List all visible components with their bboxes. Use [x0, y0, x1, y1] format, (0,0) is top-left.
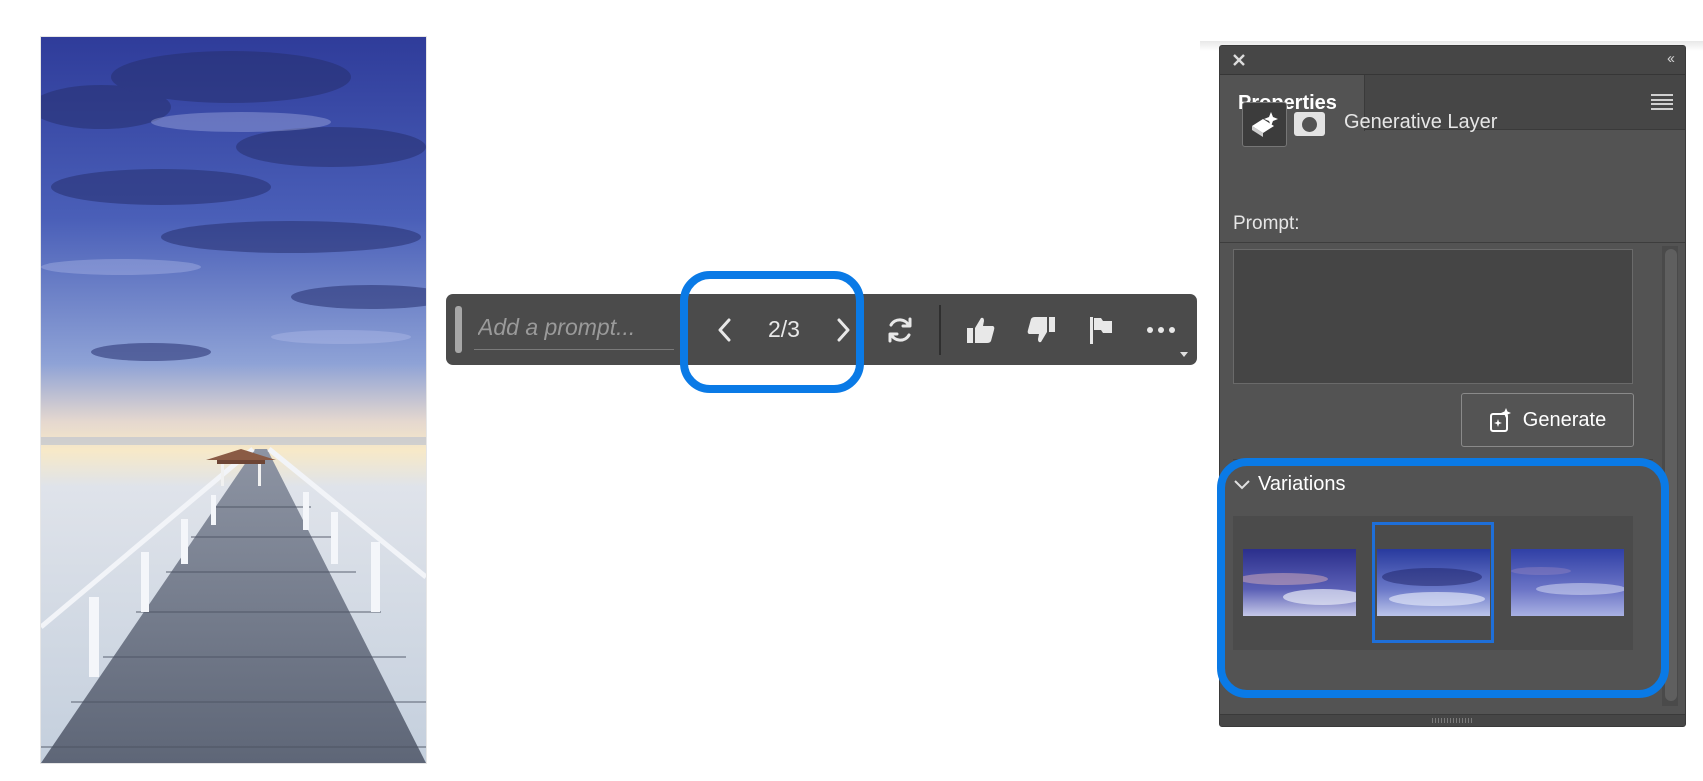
more-options-button[interactable] — [1138, 294, 1184, 365]
report-button[interactable] — [1078, 294, 1124, 365]
panel-footer — [1220, 714, 1685, 726]
variation-thumbnail-1[interactable] — [1243, 549, 1356, 616]
drag-handle[interactable] — [455, 306, 462, 353]
hamburger-icon — [1651, 94, 1673, 96]
contextual-task-bar: 2/3 — [446, 294, 1197, 365]
layer-type-label: Generative Layer — [1344, 111, 1498, 133]
generate-icon — [1489, 408, 1511, 432]
variation-image-1 — [1243, 549, 1356, 616]
variations-thumbnails — [1233, 516, 1633, 650]
double-chevron-left-icon: ‹‹ — [1667, 50, 1675, 67]
variation-image-3 — [1511, 549, 1624, 616]
close-panel-button[interactable] — [1230, 51, 1248, 69]
regenerate-button[interactable] — [878, 294, 922, 365]
generate-button[interactable]: Generate — [1461, 393, 1634, 447]
variation-image-2 — [1377, 549, 1490, 616]
pier-photo-illustration — [41, 37, 426, 763]
variation-thumbnail-2[interactable] — [1377, 549, 1490, 616]
generative-layer-button[interactable] — [1242, 102, 1287, 147]
hamburger-icon-line — [1651, 107, 1673, 110]
prompt-textarea[interactable] — [1233, 249, 1633, 384]
generate-label: Generate — [1522, 408, 1607, 431]
panel-header: ‹‹ — [1220, 46, 1685, 75]
generative-layer-icon — [1251, 111, 1278, 137]
prompt-input[interactable] — [474, 306, 674, 350]
collapse-panel-button[interactable]: ‹‹ — [1667, 50, 1675, 67]
toolbar-divider — [939, 305, 941, 355]
previous-variation-button[interactable] — [702, 294, 746, 365]
layer-mask-icon[interactable] — [1294, 112, 1325, 136]
thumbs-up-button[interactable] — [958, 294, 1004, 365]
thumbs-down-button[interactable] — [1018, 294, 1064, 365]
thumbs-up-icon — [967, 317, 995, 343]
prompt-label: Prompt: — [1233, 213, 1300, 234]
variation-thumbnail-3[interactable] — [1511, 549, 1624, 616]
panel-menu-button[interactable] — [1651, 94, 1673, 110]
more-icon — [1147, 326, 1175, 333]
thumbs-down-icon — [1027, 316, 1055, 342]
variations-label: Variations — [1258, 473, 1346, 495]
flag-icon — [1090, 316, 1112, 344]
properties-panel: ‹‹ Properties Generative Layer Prompt: G… — [1219, 45, 1686, 727]
close-icon — [1233, 54, 1245, 66]
refresh-icon — [888, 317, 912, 342]
chevron-right-icon — [837, 318, 850, 341]
resize-handle[interactable] — [1432, 718, 1472, 723]
hamburger-icon-line — [1651, 98, 1673, 101]
chevron-down-icon — [1234, 479, 1250, 489]
next-variation-button[interactable] — [822, 294, 866, 365]
section-divider — [1233, 459, 1653, 460]
mask-circle — [1302, 116, 1317, 132]
hamburger-icon-line — [1651, 103, 1673, 106]
chevron-left-icon — [718, 318, 731, 341]
variation-counter: 2/3 — [768, 316, 800, 342]
canvas-photo — [41, 37, 426, 763]
variations-section-toggle[interactable]: Variations — [1234, 473, 1345, 496]
panel-scrollbar-thumb[interactable] — [1665, 249, 1677, 701]
dropdown-caret-icon — [1180, 352, 1188, 357]
